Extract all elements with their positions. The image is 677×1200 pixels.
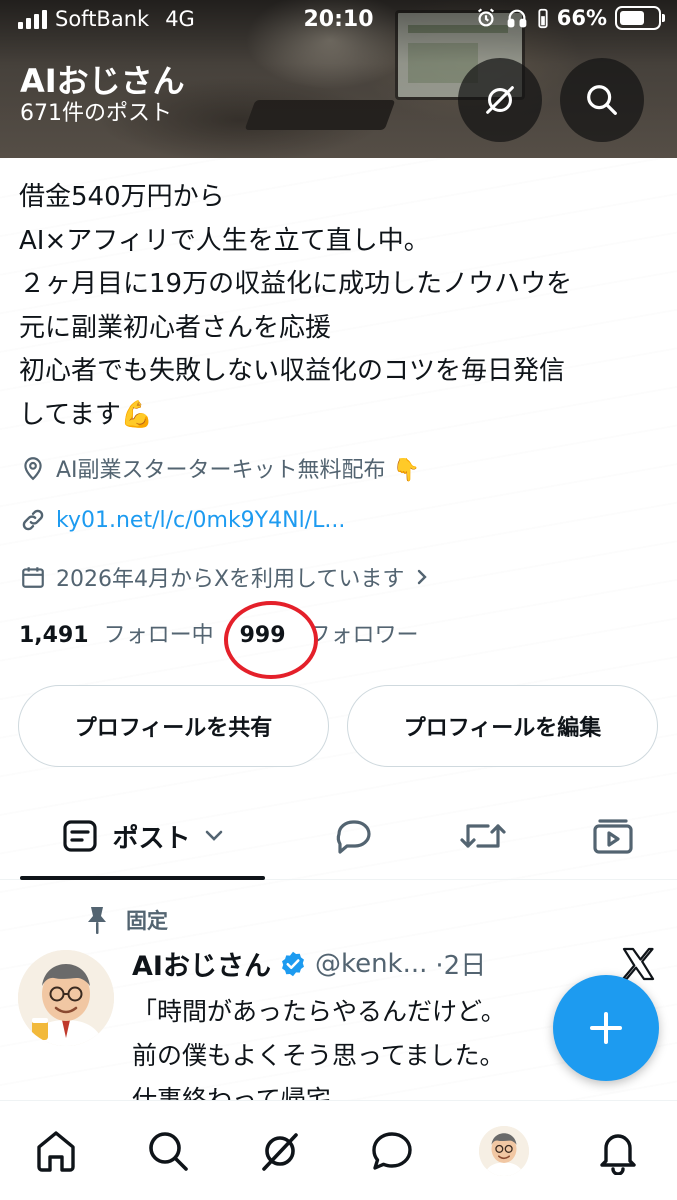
- tab-replies[interactable]: [318, 792, 388, 880]
- posts-tab-icon: [63, 820, 98, 852]
- nav-explore[interactable]: [140, 1123, 196, 1179]
- profile-joined[interactable]: 2026年4月からXを利用しています: [20, 561, 430, 593]
- reply-icon: [336, 820, 371, 854]
- header-post-count: 671件のポスト: [20, 101, 172, 126]
- share-profile-button[interactable]: プロフィールを共有: [18, 685, 329, 767]
- battery-small-icon: [538, 8, 548, 29]
- header-title-block: AIおじさん 671件のポスト: [20, 62, 185, 128]
- tab-posts[interactable]: ポスト: [20, 792, 265, 880]
- chevron-right-icon: [418, 569, 428, 585]
- nav-avatar: [479, 1126, 529, 1176]
- post-author-handle[interactable]: @kenk...: [315, 949, 427, 979]
- followers-count: 999: [239, 623, 286, 648]
- repost-icon: [460, 824, 506, 848]
- profile-website[interactable]: ky01.net/l/c/0mk9Y4Nl/L...: [20, 507, 345, 533]
- joined-text: 2026年4月からXを利用しています: [56, 567, 405, 592]
- grok-button[interactable]: [458, 58, 542, 142]
- nav-home[interactable]: [28, 1123, 84, 1179]
- bio-line: してます💪: [19, 399, 154, 430]
- location-text: AI副業スターターキット無料配布 👇: [56, 458, 420, 483]
- search-button[interactable]: [560, 58, 644, 142]
- bio-line: ２ヶ月目に19万の収益化に成功したノウハウを: [19, 269, 573, 299]
- nav-grok[interactable]: [252, 1123, 308, 1179]
- link-icon: [22, 509, 44, 531]
- following-link[interactable]: 1,491 フォロー中: [19, 617, 214, 649]
- search-icon: [587, 85, 617, 115]
- followers-highlight-circle: 999: [223, 601, 318, 679]
- bio-line: AI×アフィリで人生を立て直し中。: [19, 225, 430, 256]
- alarm-icon: [477, 8, 494, 27]
- media-icon: [593, 819, 633, 854]
- following-count: 1,491: [19, 623, 89, 648]
- chat-bubble-icon: [372, 1132, 412, 1170]
- nav-notifications[interactable]: [590, 1123, 646, 1179]
- avatar-illustration: [18, 950, 114, 1046]
- home-icon: [37, 1131, 75, 1172]
- pinned-indicator: 固定: [86, 905, 168, 935]
- post-line: 仕事終わって帰宅。: [132, 1085, 356, 1102]
- profile-tabs: ポスト: [0, 792, 677, 880]
- status-bar: SoftBank 4G 20:10 66%: [0, 0, 677, 40]
- battery-icon: [615, 6, 665, 30]
- bio-line: 借金540万円から: [19, 182, 225, 212]
- grok-icon: [486, 86, 514, 114]
- bottom-navigation: [0, 1100, 677, 1200]
- followers-label: フォロワー: [308, 623, 419, 648]
- tab-media[interactable]: [578, 792, 648, 880]
- nav-profile[interactable]: [476, 1123, 532, 1179]
- profile-bio: 借金540万円から AI×アフィリで人生を立て直し中。 ２ヶ月目に19万の収益化…: [19, 176, 664, 437]
- calendar-icon: [22, 567, 44, 588]
- post-avatar[interactable]: [18, 950, 114, 1046]
- bio-line: 初心者でも失敗しない収益化のコツを毎日発信: [19, 356, 566, 386]
- edit-profile-button[interactable]: プロフィールを編集: [347, 685, 658, 767]
- grok-icon: [262, 1133, 298, 1171]
- website-link[interactable]: ky01.net/l/c/0mk9Y4Nl/L...: [56, 508, 345, 533]
- search-icon: [149, 1132, 188, 1171]
- nav-messages[interactable]: [364, 1123, 420, 1179]
- post-timestamp[interactable]: ·2日: [435, 945, 486, 982]
- pinned-label: 固定: [126, 909, 168, 933]
- bell-icon: [600, 1134, 636, 1175]
- following-label: フォロー中: [103, 623, 214, 648]
- profile-location: AI副業スターターキット無料配布 👇: [20, 452, 420, 484]
- verified-badge-icon: [281, 951, 304, 976]
- headphones-icon: [507, 9, 527, 28]
- active-tab-indicator: [20, 876, 265, 880]
- tab-posts-label: ポスト: [112, 823, 191, 854]
- tab-reposts[interactable]: [448, 792, 518, 880]
- compose-post-button[interactable]: [553, 975, 659, 1081]
- chevron-down-icon[interactable]: [203, 829, 225, 843]
- post-header: AIおじさん @kenk... ·2日: [132, 944, 486, 983]
- followers-link[interactable]: 999 フォロワー: [223, 601, 419, 679]
- header-display-name: AIおじさん: [20, 62, 185, 100]
- plus-icon: [590, 1012, 622, 1044]
- battery-percent: 66%: [556, 6, 607, 30]
- bio-line: 元に副業初心者さんを応援: [19, 312, 332, 343]
- post-author-name[interactable]: AIおじさん: [132, 944, 271, 983]
- location-pin-icon: [24, 457, 42, 481]
- pin-icon: [88, 907, 106, 934]
- follow-stats: 1,491 フォロー中 999 フォロワー: [19, 601, 419, 679]
